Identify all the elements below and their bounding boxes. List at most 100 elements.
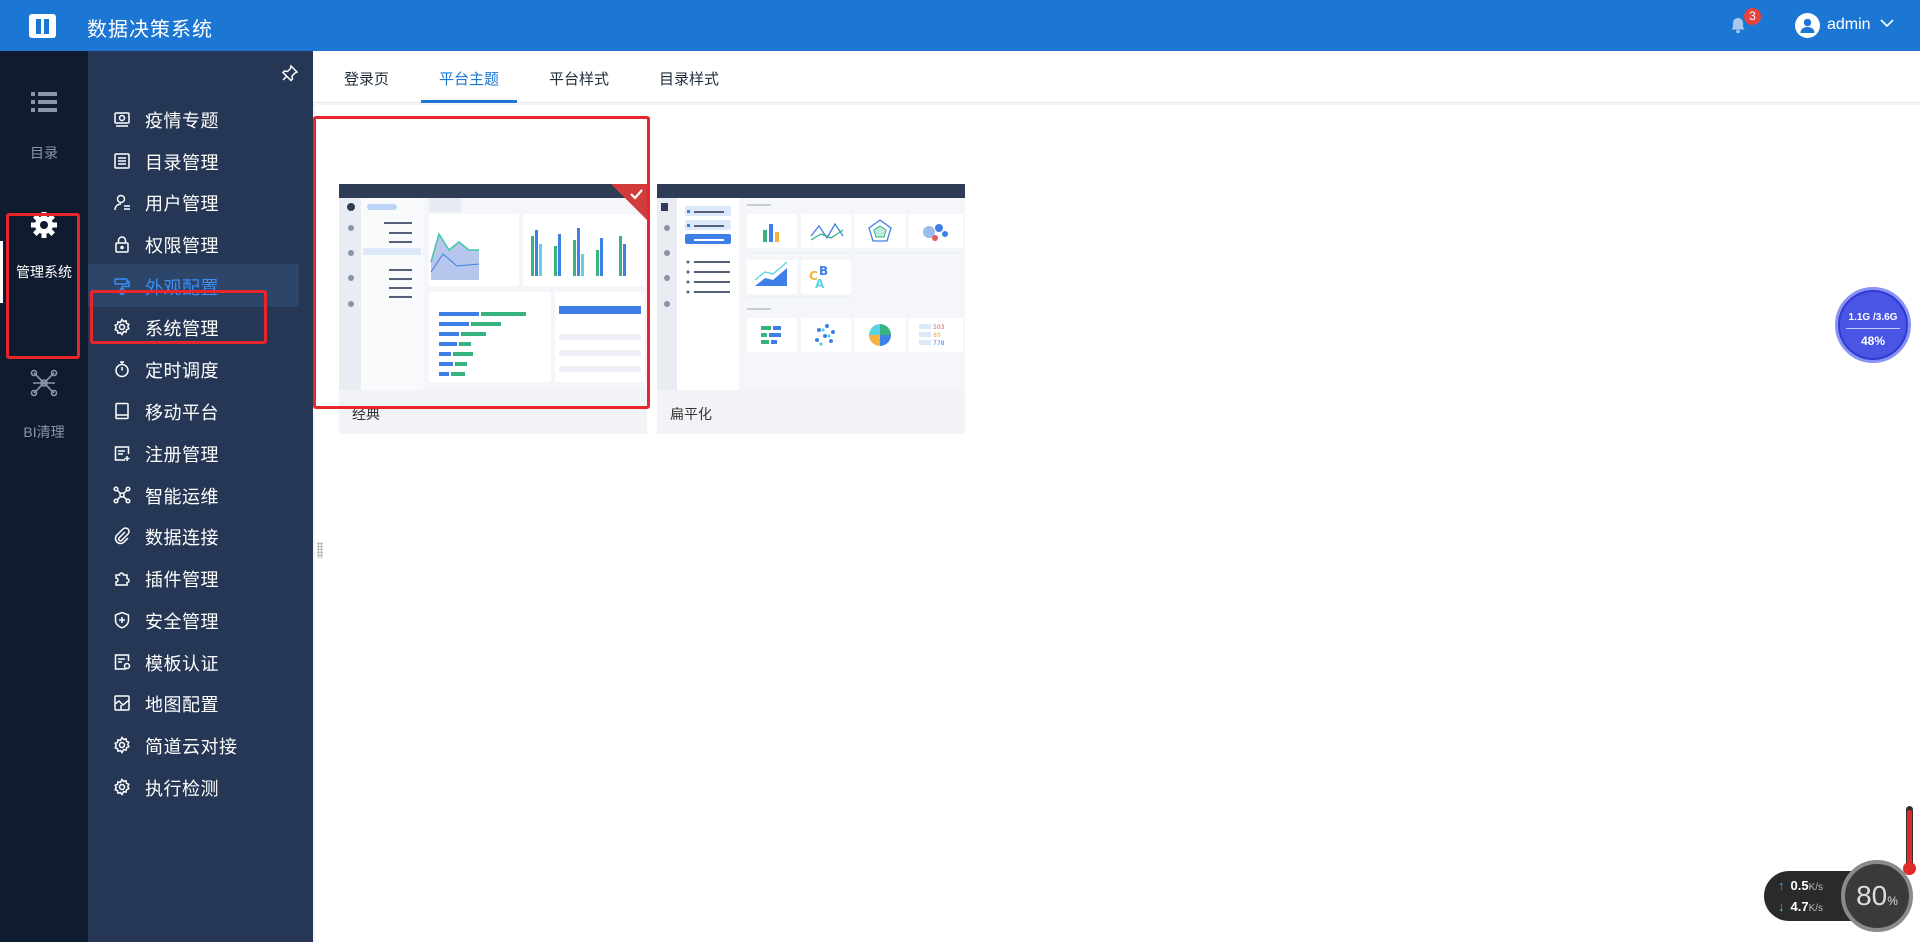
app-logo-icon[interactable] — [29, 14, 56, 38]
network-icon — [30, 369, 58, 397]
drag-handle[interactable] — [317, 542, 323, 558]
chevron-down-icon[interactable] — [1880, 19, 1894, 28]
selected-check-icon — [611, 184, 647, 220]
menu-item-label: 用户管理 — [145, 194, 219, 214]
theme-name: 经典 — [352, 406, 380, 422]
menu-item-label: 疫情专题 — [145, 111, 219, 131]
register-icon — [114, 446, 130, 461]
menu-item-label: 目录管理 — [145, 153, 219, 173]
menu-item-user-manage[interactable]: 用户管理 — [88, 180, 299, 223]
theme-card-classic[interactable]: 经典 — [339, 184, 647, 434]
svg-text:503: 503 — [933, 324, 945, 331]
svg-text:89: 89 — [933, 332, 941, 339]
menu-item-label: 智能运维 — [145, 487, 219, 507]
check-icon — [114, 778, 130, 796]
menu-item-label: 地图配置 — [145, 695, 219, 715]
cog-icon — [114, 318, 130, 336]
side-menu: 疫情专题 目录管理 用户管理 权限管理 外观配置 系统管理 定时调度 移动平台 — [88, 51, 313, 942]
rail-item-label: 目录 — [30, 145, 58, 161]
cpu-usage-widget[interactable]: 80% — [1841, 860, 1913, 932]
memory-monitor-widget[interactable]: 1.1G /3.6G 48% — [1835, 287, 1911, 363]
menu-item-label: 注册管理 — [145, 445, 219, 465]
main-content: 登录页 平台主题 平台样式 目录样式 经典 C B A 503 89 778 扁… — [313, 51, 1920, 942]
menu-item-schedule[interactable]: 定时调度 — [88, 347, 299, 390]
theme-preview-classic — [339, 184, 647, 390]
user-name[interactable]: admin — [1827, 16, 1871, 34]
menu-item-security[interactable]: 安全管理 — [88, 598, 299, 641]
theme-preview-flat: C B A 503 89 778 — [657, 184, 965, 390]
menu-item-label: 系统管理 — [145, 319, 219, 339]
notification-badge: 3 — [1744, 8, 1761, 25]
menu-item-appearance[interactable]: 外观配置 — [88, 264, 299, 307]
thermometer-icon — [1906, 806, 1913, 870]
tab-bar: 登录页 平台主题 平台样式 目录样式 — [313, 51, 1920, 103]
menu-item-label: 数据连接 — [145, 528, 219, 548]
svg-text:B: B — [819, 264, 828, 278]
nodes-icon — [113, 486, 131, 504]
menu-item-ops[interactable]: 智能运维 — [88, 473, 299, 516]
avatar[interactable] — [1795, 13, 1820, 38]
list-box-icon — [114, 153, 130, 169]
theme-name: 扁平化 — [670, 406, 712, 422]
menu-item-epidemic[interactable]: 疫情专题 — [88, 97, 299, 140]
user-avatar-icon — [1800, 18, 1815, 33]
memory-usage: 1.1G /3.6G — [1848, 312, 1898, 323]
menu-item-catalog-manage[interactable]: 目录管理 — [88, 139, 299, 182]
menu-item-mobile[interactable]: 移动平台 — [88, 389, 299, 432]
menu-item-check[interactable]: 执行检测 — [88, 765, 299, 808]
menu-item-register[interactable]: 注册管理 — [88, 431, 299, 474]
memory-percent: 48% — [1860, 334, 1886, 348]
menu-item-map[interactable]: 地图配置 — [88, 681, 299, 724]
pin-icon[interactable] — [281, 64, 299, 82]
memory-divider — [1846, 328, 1900, 329]
rail-item-bi-clean[interactable]: BI清理 — [0, 369, 88, 442]
cpu-unit: % — [1887, 894, 1898, 908]
menu-item-data-connection[interactable]: 数据连接 — [88, 514, 299, 557]
tab-platform-style[interactable]: 平台样式 — [549, 68, 609, 89]
tablet-icon — [115, 402, 129, 420]
menu-item-label: 权限管理 — [145, 236, 219, 256]
paperclip-icon — [114, 527, 130, 545]
app-window: 数据决策系统 3 admin 目录 管理系统 BI清理 疫情专题 目录管理 用户… — [0, 0, 1920, 942]
rail-item-catalog[interactable]: 目录 — [0, 91, 88, 163]
upload-speed: ↑ 0.5K/s — [1778, 878, 1823, 893]
menu-item-system[interactable]: 系统管理 — [88, 305, 299, 348]
menu-item-plugin[interactable]: 插件管理 — [88, 556, 299, 599]
menu-item-label: 安全管理 — [145, 612, 219, 632]
map-icon — [114, 695, 130, 711]
download-speed: ↓ 4.7K/s — [1778, 899, 1823, 914]
svg-text:778: 778 — [933, 340, 945, 347]
menu-item-permission[interactable]: 权限管理 — [88, 222, 299, 265]
download-speed-value: 4.7 — [1790, 899, 1809, 914]
tab-platform-theme[interactable]: 平台主题 — [439, 68, 499, 89]
speed-unit: K/s — [1808, 903, 1824, 914]
menu-item-template-cert[interactable]: 模板认证 — [88, 640, 299, 683]
cpu-value: 80 — [1856, 880, 1888, 911]
tab-login-page[interactable]: 登录页 — [344, 68, 389, 89]
menu-item-label: 定时调度 — [145, 361, 219, 381]
rail-item-label: BI清理 — [23, 424, 65, 440]
active-tab-indicator — [421, 100, 517, 103]
menu-item-label: 简道云对接 — [145, 737, 238, 757]
user-icon — [114, 194, 130, 211]
menu-item-label: 执行检测 — [145, 779, 219, 799]
stopwatch-icon — [115, 361, 129, 378]
menu-item-jdy[interactable]: 简道云对接 — [88, 723, 299, 766]
monitor-icon — [114, 112, 130, 127]
top-bar: 数据决策系统 3 admin — [0, 0, 1920, 51]
lock-icon — [115, 236, 129, 253]
download-arrow-icon: ↓ — [1778, 899, 1785, 914]
theme-panel: 经典 C B A 503 89 778 扁平化 — [315, 105, 1920, 942]
menu-item-label: 插件管理 — [145, 570, 219, 590]
theme-card-flat[interactable]: C B A 503 89 778 扁平化 — [657, 184, 965, 434]
menu-item-label: 移动平台 — [145, 403, 219, 423]
rail-item-label: 管理系统 — [16, 264, 72, 280]
tab-catalog-style[interactable]: 目录样式 — [659, 68, 719, 89]
menu-item-label: 模板认证 — [145, 654, 219, 674]
rail-item-manage[interactable]: 管理系统 — [0, 211, 88, 282]
list-icon — [31, 92, 57, 112]
gear-icon — [31, 212, 57, 238]
menu-item-label: 外观配置 — [145, 278, 219, 298]
paint-roller-icon — [114, 278, 130, 295]
upload-arrow-icon: ↑ — [1778, 878, 1785, 893]
